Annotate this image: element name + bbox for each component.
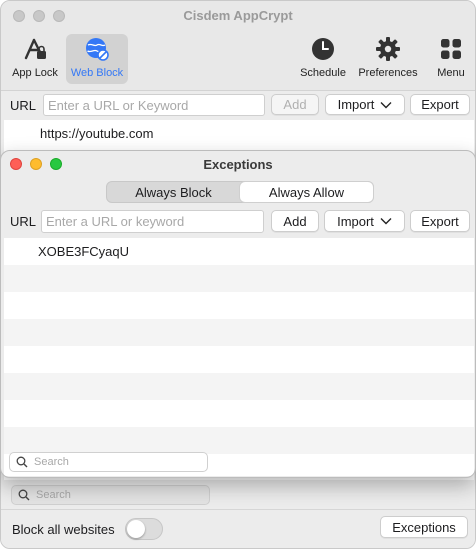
tab-always-block[interactable]: Always Block <box>107 182 240 202</box>
export-button-label: Export <box>421 213 459 229</box>
table-row[interactable]: XOBE3FCyaqU <box>4 238 474 265</box>
add-button-label: Add <box>283 213 307 229</box>
table-row <box>4 400 474 427</box>
table-row <box>4 427 474 454</box>
exceptions-title: Exceptions <box>203 157 273 172</box>
search-icon <box>16 456 28 468</box>
exceptions-url-input[interactable]: Enter a URL or keyword <box>41 210 264 233</box>
schedule-label: Schedule <box>300 67 346 79</box>
list-item: XOBE3FCyaqU <box>38 244 130 259</box>
export-button[interactable]: Export <box>410 94 470 115</box>
toolbar-preferences[interactable]: Preferences <box>356 35 420 85</box>
exceptions-button[interactable]: Exceptions <box>380 516 468 538</box>
url-label: URL <box>10 214 37 229</box>
menu-label: Menu <box>437 67 465 79</box>
toggle-knob <box>127 520 145 538</box>
app-lock-icon <box>21 35 49 63</box>
chevron-down-icon <box>380 218 392 225</box>
grid-menu-icon <box>437 35 465 63</box>
exceptions-button-label: Exceptions <box>392 519 456 535</box>
block-all-label: Block all websites <box>12 522 115 537</box>
url-label: URL <box>10 98 37 113</box>
table-row <box>4 292 474 319</box>
exceptions-window: Exceptions Always Block Always Allow URL… <box>0 150 476 478</box>
import-button-label: Import <box>337 97 375 112</box>
toolbar-menu[interactable]: Menu <box>431 35 471 85</box>
table-row <box>4 265 474 292</box>
exceptions-import-button[interactable]: Import <box>324 210 405 232</box>
toolbar-schedule[interactable]: Schedule <box>297 35 349 85</box>
exceptions-tabs: Always Block Always Allow <box>106 181 374 203</box>
toolbar-web-block[interactable]: Web Block <box>66 34 128 84</box>
url-input[interactable]: Enter a URL or Keyword <box>43 94 265 116</box>
table-row <box>4 319 474 346</box>
tab-always-allow[interactable]: Always Allow <box>240 182 373 202</box>
url-bar: URL Enter a URL or Keyword Add Import Ex… <box>1 92 475 119</box>
search-icon <box>18 489 30 501</box>
bottom-bar: Block all websites Exceptions <box>1 509 475 548</box>
search-placeholder: Search <box>34 456 69 468</box>
clock-icon <box>309 35 337 63</box>
exceptions-url-bar: URL Enter a URL or keyword Add Import Ex… <box>1 208 475 236</box>
exceptions-export-button[interactable]: Export <box>410 210 470 232</box>
web-block-label: Web Block <box>70 67 124 79</box>
chevron-down-icon <box>380 101 392 108</box>
exceptions-add-button[interactable]: Add <box>271 210 319 232</box>
toolbar-app-lock[interactable]: App Lock <box>9 35 61 85</box>
list-item[interactable]: https://youtube.com <box>40 126 153 141</box>
toolbar: Cisdem AppCrypt App Lock Web Block Sched… <box>1 1 475 91</box>
window-title: Cisdem AppCrypt <box>183 8 293 23</box>
import-button[interactable]: Import <box>325 94 405 115</box>
search-field[interactable]: Search <box>11 485 210 505</box>
exceptions-list: XOBE3FCyaqU <box>4 238 474 476</box>
gear-icon <box>374 35 402 63</box>
app-lock-label: App Lock <box>12 67 58 79</box>
add-button-label: Add <box>283 97 307 112</box>
search-placeholder: Search <box>36 489 71 501</box>
add-button[interactable]: Add <box>271 94 319 115</box>
import-button-label: Import <box>337 213 374 229</box>
web-block-icon <box>83 35 111 63</box>
table-row <box>4 373 474 400</box>
export-button-label: Export <box>421 97 459 112</box>
exceptions-search-field[interactable]: Search <box>9 452 208 472</box>
table-row <box>4 346 474 373</box>
block-all-toggle[interactable] <box>125 518 163 540</box>
preferences-label: Preferences <box>358 67 418 79</box>
